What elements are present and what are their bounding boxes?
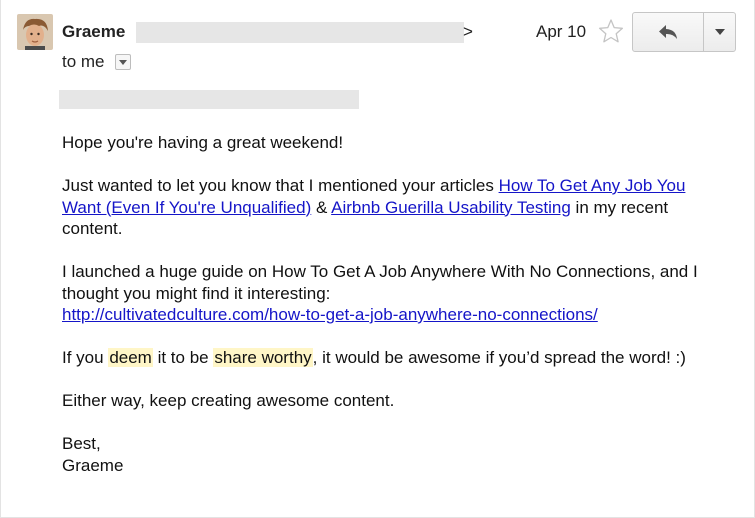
share-text-a: If you bbox=[62, 348, 109, 367]
small-caret-icon bbox=[119, 59, 127, 65]
closing-paragraph: Either way, keep creating awesome conten… bbox=[62, 391, 395, 410]
redacted-sender-email bbox=[136, 22, 464, 43]
star-icon[interactable] bbox=[598, 18, 624, 44]
show-details-button[interactable] bbox=[115, 54, 131, 70]
reply-button[interactable] bbox=[633, 13, 704, 51]
share-paragraph: If you deem it to be share worthy, it wo… bbox=[62, 347, 722, 369]
more-actions-button[interactable] bbox=[704, 13, 735, 51]
highlighted-word-deem: deem bbox=[108, 348, 153, 367]
message-body: Hope you're having a great weekend! Just… bbox=[62, 132, 722, 498]
share-text-b: it to be bbox=[152, 348, 214, 367]
highlighted-share-worthy: share worthy bbox=[213, 348, 313, 367]
avatar-photo-icon bbox=[17, 14, 53, 50]
guide-paragraph: I launched a huge guide on How To Get A … bbox=[62, 261, 722, 326]
signoff: Best, bbox=[62, 434, 101, 453]
chevron-down-icon bbox=[714, 29, 725, 35]
redacted-line bbox=[59, 90, 359, 109]
sender-name[interactable]: Graeme bbox=[62, 22, 125, 42]
email-message: Graeme > Apr 10 to me Hope you're having… bbox=[0, 0, 755, 518]
mention-text-start: Just wanted to let you know that I menti… bbox=[62, 176, 499, 195]
reply-arrow-icon bbox=[659, 25, 677, 39]
ampersand-text: & bbox=[311, 197, 332, 217]
recipient-label: to me bbox=[62, 52, 105, 71]
sender-email-tail: > bbox=[463, 22, 473, 41]
message-date: Apr 10 bbox=[536, 22, 587, 41]
guide-url-link[interactable]: http://cultivatedculture.com/how-to-get-… bbox=[62, 305, 598, 324]
mention-paragraph: Just wanted to let you know that I menti… bbox=[62, 175, 722, 240]
signature-name: Graeme bbox=[62, 455, 124, 475]
signature-block: Best, Graeme bbox=[62, 433, 722, 476]
sender-avatar[interactable] bbox=[17, 14, 53, 50]
share-text-c: , it would be awesome if you’d spread th… bbox=[312, 348, 686, 367]
greeting-paragraph: Hope you're having a great weekend! bbox=[62, 133, 344, 152]
article-link-airbnb[interactable]: Airbnb Guerilla Usability Testing bbox=[331, 198, 571, 217]
reply-button-group bbox=[632, 12, 736, 52]
guide-text: I launched a huge guide on How To Get A … bbox=[62, 262, 698, 303]
